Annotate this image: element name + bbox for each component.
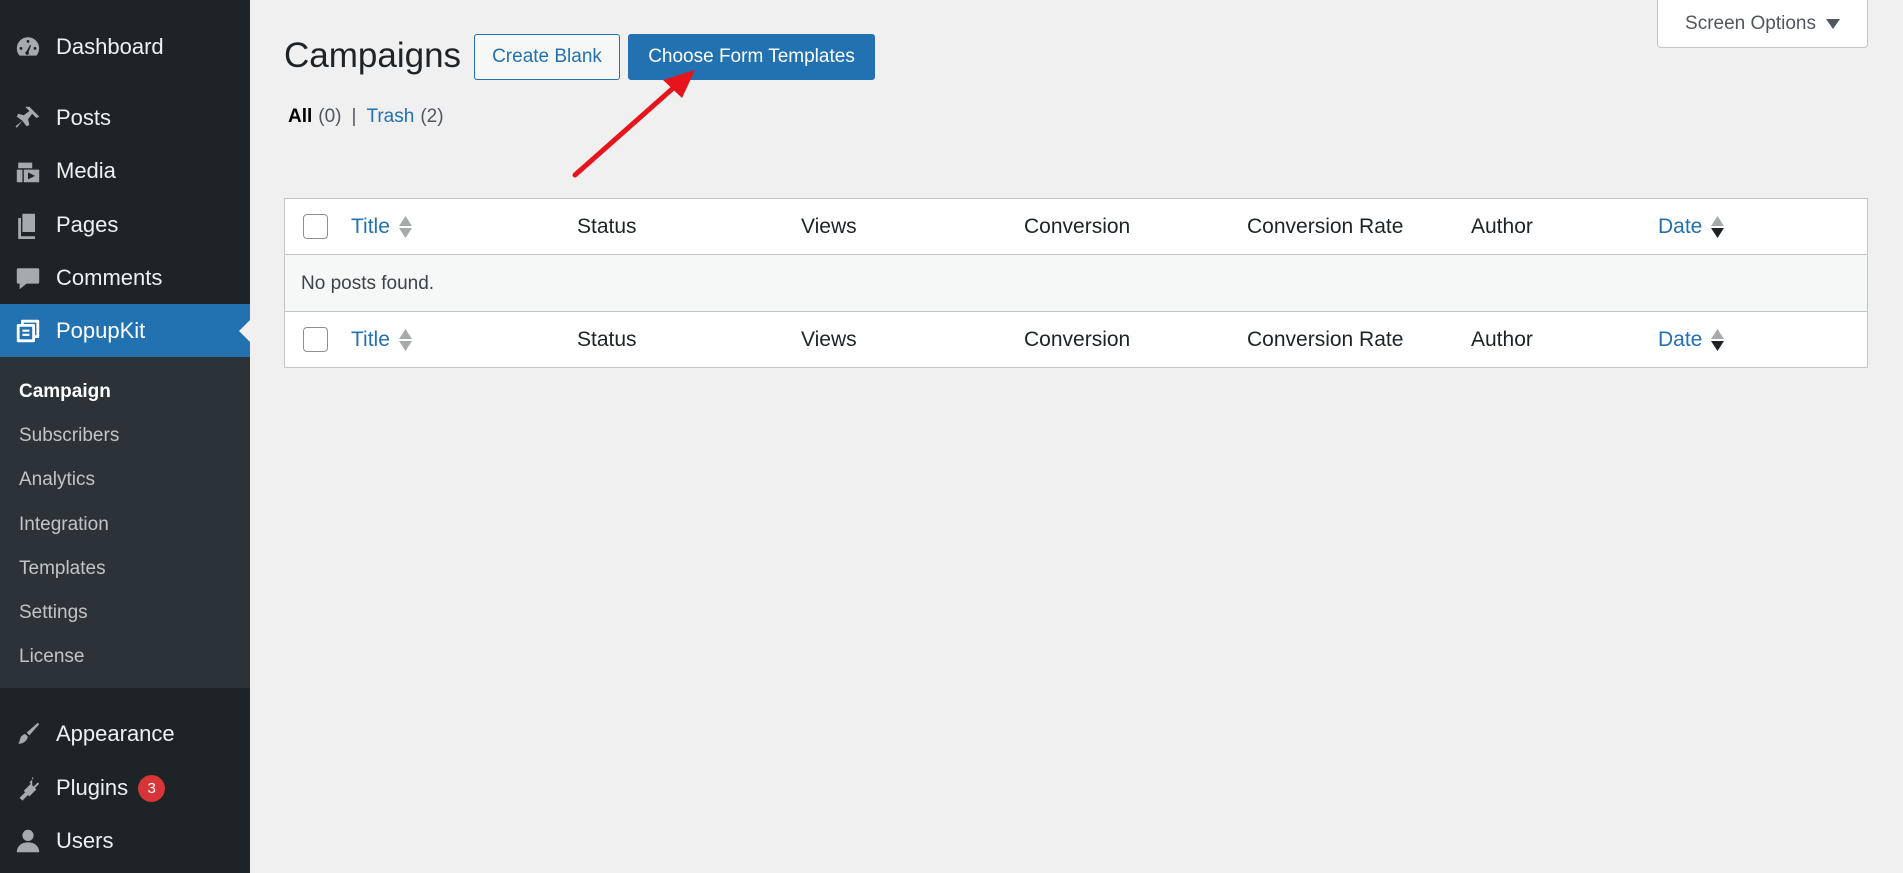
column-date-label: Date (1658, 328, 1703, 351)
sidebar-item-pages[interactable]: Pages (0, 199, 250, 251)
column-conversion: Conversion (1024, 215, 1131, 238)
sidebar-item-label: Pages (56, 212, 119, 237)
column-title-label: Title (351, 215, 390, 238)
column-status: Status (577, 215, 637, 238)
sort-icon (1711, 328, 1725, 352)
sidebar-item-popupkit[interactable]: PopupKit (0, 304, 250, 357)
column-date[interactable]: Date (1658, 199, 1725, 255)
empty-message: No posts found. (301, 272, 435, 294)
popupkit-submenu: Campaign Subscribers Analytics Integrati… (0, 357, 250, 688)
column-date[interactable]: Date (1658, 312, 1725, 368)
sidebar-item-appearance[interactable]: Appearance (0, 708, 250, 760)
column-status: Status (577, 328, 637, 351)
column-title-label: Title (351, 328, 390, 351)
submenu-item-integration[interactable]: Integration (19, 514, 109, 536)
select-all-checkbox[interactable] (303, 214, 328, 239)
sidebar-item-label: Appearance (56, 721, 175, 746)
campaigns-table: Title Status Views Conversion Conversion… (284, 198, 1868, 368)
pin-icon (0, 104, 56, 132)
column-author: Author (1471, 215, 1533, 238)
sort-icon (398, 215, 412, 239)
table-footer-row: Title Status Views Conversion Conversion… (285, 312, 1867, 368)
sidebar-item-label: PopupKit (56, 317, 146, 343)
caret-down-icon (1825, 13, 1840, 35)
column-date-label: Date (1658, 215, 1703, 238)
popupkit-icon (0, 317, 56, 345)
filter-all-count: (0) (318, 106, 342, 127)
submenu-item-campaign[interactable]: Campaign (19, 381, 111, 403)
update-count-badge: 3 (138, 774, 166, 802)
pages-icon (0, 211, 56, 239)
sidebar-item-label: Comments (56, 265, 163, 290)
sidebar-item-posts[interactable]: Posts (0, 92, 250, 144)
sort-icon (398, 328, 412, 352)
sort-icon (1711, 215, 1725, 239)
sidebar-item-dashboard[interactable]: Dashboard (0, 21, 250, 73)
select-all-checkbox[interactable] (303, 327, 328, 352)
submenu-item-templates[interactable]: Templates (19, 558, 106, 580)
filter-trash-count: (2) (420, 106, 444, 127)
sidebar-item-label: Plugins (56, 775, 129, 800)
current-menu-pointer (239, 319, 250, 342)
column-title[interactable]: Title (351, 312, 412, 368)
plugin-icon (0, 774, 56, 802)
screen-options-button[interactable]: Screen Options (1657, 0, 1868, 48)
sidebar-item-label: Dashboard (56, 34, 164, 59)
status-filter-links: All (0) | Trash (2) (288, 106, 444, 128)
column-conversion-rate: Conversion Rate (1247, 215, 1404, 238)
submenu-item-subscribers[interactable]: Subscribers (19, 425, 119, 447)
comment-icon (0, 264, 56, 292)
sidebar-item-comments[interactable]: Comments (0, 252, 250, 304)
column-views: Views (801, 215, 857, 238)
screen-options-label: Screen Options (1685, 12, 1816, 34)
sidebar-item-plugins[interactable]: Plugins 3 (0, 762, 250, 814)
sidebar-item-label: Media (56, 158, 116, 183)
media-icon (0, 157, 56, 185)
page-title: Campaigns (284, 36, 462, 75)
table-row: No posts found. (285, 255, 1867, 312)
dashboard-icon (0, 33, 56, 61)
column-conversion: Conversion (1024, 328, 1131, 351)
user-icon (0, 827, 56, 855)
sidebar-item-label: Users (56, 828, 114, 853)
sidebar-item-users[interactable]: Users (0, 815, 250, 867)
sidebar-item-media[interactable]: Media (0, 145, 250, 197)
column-author: Author (1471, 328, 1533, 351)
brush-icon (0, 720, 56, 748)
annotation-arrow-icon (572, 70, 695, 178)
filter-trash[interactable]: Trash (366, 106, 414, 128)
filter-all[interactable]: All (288, 106, 312, 128)
table-header-row: Title Status Views Conversion Conversion… (285, 199, 1867, 255)
admin-sidebar: Dashboard Posts Media Pages Comments Pop… (0, 0, 250, 873)
submenu-item-settings[interactable]: Settings (19, 602, 88, 624)
column-views: Views (801, 328, 857, 351)
submenu-item-analytics[interactable]: Analytics (19, 469, 95, 491)
filter-separator: | (351, 106, 357, 127)
submenu-item-license[interactable]: License (19, 646, 85, 668)
column-title[interactable]: Title (351, 199, 412, 255)
column-conversion-rate: Conversion Rate (1247, 328, 1404, 351)
sidebar-item-label: Posts (56, 105, 112, 130)
